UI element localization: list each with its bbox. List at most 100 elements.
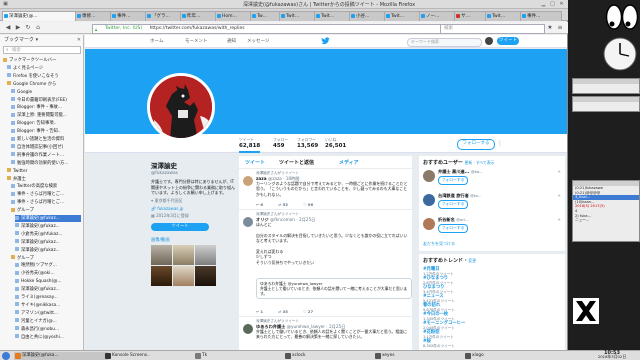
tweet[interactable]: 深澤論史さんがリツイート zaza @zaza · 18時間 カーリングのような… xyxy=(239,169,412,210)
media-thumbnail[interactable] xyxy=(195,244,216,265)
bookmark-item[interactable]: 事件・さらば月曜とご... xyxy=(11,191,81,198)
taskbar-button[interactable]: Konsole Screens.. xyxy=(104,352,198,360)
clock[interactable]: 10:53 2018年3月02日 xyxy=(588,350,636,360)
bookmark-item[interactable]: Blogger: 告知事項.. xyxy=(11,120,81,127)
bookmark-item[interactable]: 深澤論史(@fukaz... xyxy=(15,247,81,254)
taskbar-button[interactable]: Tk xyxy=(194,352,288,360)
bookmark-folder[interactable]: グループ xyxy=(11,207,81,214)
tweet-avatar[interactable] xyxy=(243,217,253,227)
taskbar-button[interactable]: 深澤論史(@fuka... xyxy=(14,352,108,360)
bookmark-item[interactable]: 深澤論史(@fukaz... xyxy=(15,239,81,246)
taskbar-button[interactable]: xeyes xyxy=(374,352,468,360)
sidebar-close-icon[interactable]: ✕ xyxy=(77,35,81,45)
bookmark-item[interactable]: 深澤論史(@fukaz... xyxy=(15,223,81,230)
clipboard-line[interactable]: ニュー... xyxy=(573,218,639,223)
sidebar-header[interactable]: ブックマーク ▾ ✕ xyxy=(0,35,84,45)
bookmark-item[interactable]: 河童とイナガ(@... xyxy=(15,318,81,325)
stat-likes[interactable]: いいね 26,501 xyxy=(325,137,346,149)
bookmark-item[interactable]: Blogger: 事件・告知.. xyxy=(11,128,81,135)
bookmark-item[interactable]: 今日の書籍印刷表示(FEE) xyxy=(11,97,81,104)
bookmark-item[interactable]: 刑事弁護の作業ノート... xyxy=(11,152,81,159)
bookmark-item[interactable]: 自治体雑誌記事(小回ぜ) xyxy=(11,144,81,151)
quoted-tweet[interactable]: ゆあろわ弁護士 @yurohwa_lawyer 弁護士として働いているとき、依頼… xyxy=(256,278,412,299)
start-menu-icon[interactable] xyxy=(2,352,10,360)
bookmark-item[interactable]: 深澤論史(@fukaz... xyxy=(15,215,81,222)
media-link[interactable]: 画像/動画 xyxy=(151,237,236,243)
bookmark-item[interactable]: Blogger: 事件・事故... xyxy=(11,104,81,111)
follow-button[interactable]: フォローする xyxy=(457,139,495,150)
bookmark-item[interactable]: 自由と共に(@yoshi... xyxy=(15,334,81,341)
window-menu-icon[interactable]: ▣ xyxy=(2,1,9,7)
url-bar[interactable]: 🔒︎ Twitter, Inc. (US) https://twitter.co… xyxy=(92,24,446,34)
dismiss-icon[interactable]: ✕ xyxy=(558,217,561,222)
dismiss-icon[interactable]: ✕ xyxy=(558,169,561,174)
maximize-icon[interactable]: □ xyxy=(549,1,556,7)
tab-tweets[interactable]: ツイート xyxy=(245,159,265,166)
tweet-avatar[interactable] xyxy=(243,324,253,334)
find-friends-link[interactable]: 友だちを見つける xyxy=(423,241,455,247)
bookmark-item[interactable]: 小倉秀夫(@hfukaz... xyxy=(15,231,81,238)
media-thumbnail[interactable] xyxy=(173,244,194,265)
bookmark-item[interactable]: よく見るページ xyxy=(7,65,81,72)
stat-tweets[interactable]: ツイート 62,818 xyxy=(239,137,261,153)
stat-followers[interactable]: フォロワー 13,569 xyxy=(297,137,318,149)
search-bar[interactable]: 検索 xyxy=(440,24,545,34)
browser-tab[interactable]: 事件… xyxy=(520,11,562,21)
suggested-user-name[interactable]: 弁護士 黒川進... @ka... xyxy=(438,169,483,175)
taskbar-button[interactable]: xclock xyxy=(284,352,378,360)
minimize-icon[interactable]: ▁ xyxy=(540,1,547,7)
suggested-user-avatar[interactable] xyxy=(423,194,435,206)
tweet-to-button[interactable]: ツイート xyxy=(151,222,209,231)
twitter-search-input[interactable]: キーワード検索 xyxy=(407,38,482,47)
suggested-user-name[interactable]: 折谷新名 @ori... xyxy=(438,217,469,223)
bookmark-item[interactable]: Google xyxy=(11,89,81,96)
bookmark-item[interactable]: Twitterの高度な検索 xyxy=(11,183,81,190)
trends-change-link[interactable]: 変更 xyxy=(468,258,476,263)
bookmark-item[interactable]: 新しい話題と生活の資料 xyxy=(11,136,81,143)
close-icon[interactable]: ✕ xyxy=(558,1,565,7)
compose-tweet-button[interactable]: ツイート xyxy=(497,37,519,45)
reply-icon[interactable]: ↩ 1 xyxy=(256,309,263,314)
trend-item[interactable]: #桜 8,302件のツイート xyxy=(423,338,561,349)
bookmark-folder[interactable]: グループ xyxy=(11,255,81,262)
small-window[interactable] xyxy=(572,96,640,112)
nav-home[interactable]: ホーム xyxy=(150,38,163,44)
small-window-titlebar[interactable] xyxy=(573,97,639,102)
tk-window[interactable] xyxy=(572,78,640,94)
bookmark-folder[interactable]: 弁護士 xyxy=(7,176,81,183)
nav-messages[interactable]: メッセージ xyxy=(247,38,269,44)
bookmark-folder[interactable]: Twitter xyxy=(7,168,81,175)
like-icon[interactable]: ♡ 96 xyxy=(303,202,313,207)
reply-icon[interactable]: ↩ 6 xyxy=(256,202,263,207)
media-thumbnail[interactable] xyxy=(173,265,194,286)
forward-icon[interactable]: ▶ xyxy=(14,24,22,32)
reload-icon[interactable]: ↻ xyxy=(24,24,32,32)
suggested-user-avatar[interactable] xyxy=(423,218,435,230)
bookmark-item[interactable]: ライミ(@reasay... xyxy=(15,294,81,301)
bookmark-folder[interactable]: ブックマークツールバー xyxy=(3,57,81,64)
xclock-icon[interactable] xyxy=(602,36,638,72)
bookmark-folder[interactable]: Google Chrome から xyxy=(7,81,81,88)
profile-url[interactable]: 🔗︎ fukazawas.jp xyxy=(151,206,236,211)
tweet[interactable]: 深澤論史さんがリツイート オリジ @fkncomon · 2月25日 ほんとに … xyxy=(239,210,412,317)
bookmark-item[interactable]: Hokke Squash(@... xyxy=(15,278,81,285)
retweet-icon[interactable]: ⇄ 53 xyxy=(278,202,288,207)
nav-moments[interactable]: モーメント xyxy=(185,38,207,44)
tk-window-titlebar[interactable] xyxy=(573,79,639,84)
follow-suggested-button[interactable]: フォローする xyxy=(438,224,468,233)
bookmark-item[interactable]: アマゾン(@twitt... xyxy=(15,310,81,317)
browser-tab[interactable]: 深澤論史(@... xyxy=(2,11,82,21)
account-avatar[interactable] xyxy=(485,37,493,45)
more-options-icon[interactable]: ⋮ xyxy=(497,140,503,147)
home-icon[interactable]: ⌂ xyxy=(34,24,42,32)
menu-icon[interactable]: ≡ xyxy=(556,24,564,32)
tweet[interactable]: 深澤論史さんがリツイート ゆあろわ弁護士 @yurohwa_lawyer · 2… xyxy=(239,317,412,350)
follow-suggested-button[interactable]: フォローする xyxy=(438,200,468,209)
nav-notifications[interactable]: 通知 xyxy=(227,38,236,44)
suggested-user-avatar[interactable] xyxy=(423,170,435,182)
suggested-user[interactable]: 弁護士 黒川進... @ka... フォローする ✕ xyxy=(423,168,561,190)
like-icon[interactable]: ♡ 27 xyxy=(303,309,313,314)
sidebar-search-input[interactable]: ⌕ 検索 xyxy=(3,46,81,54)
clipboard-window[interactable]: (0:21)fukazawa (0:21)@@@@ 3_Kcal... (10)kaa… xyxy=(572,180,640,242)
bookmark-item[interactable]: 深澤上原: 重要閲覧可能... xyxy=(11,112,81,119)
